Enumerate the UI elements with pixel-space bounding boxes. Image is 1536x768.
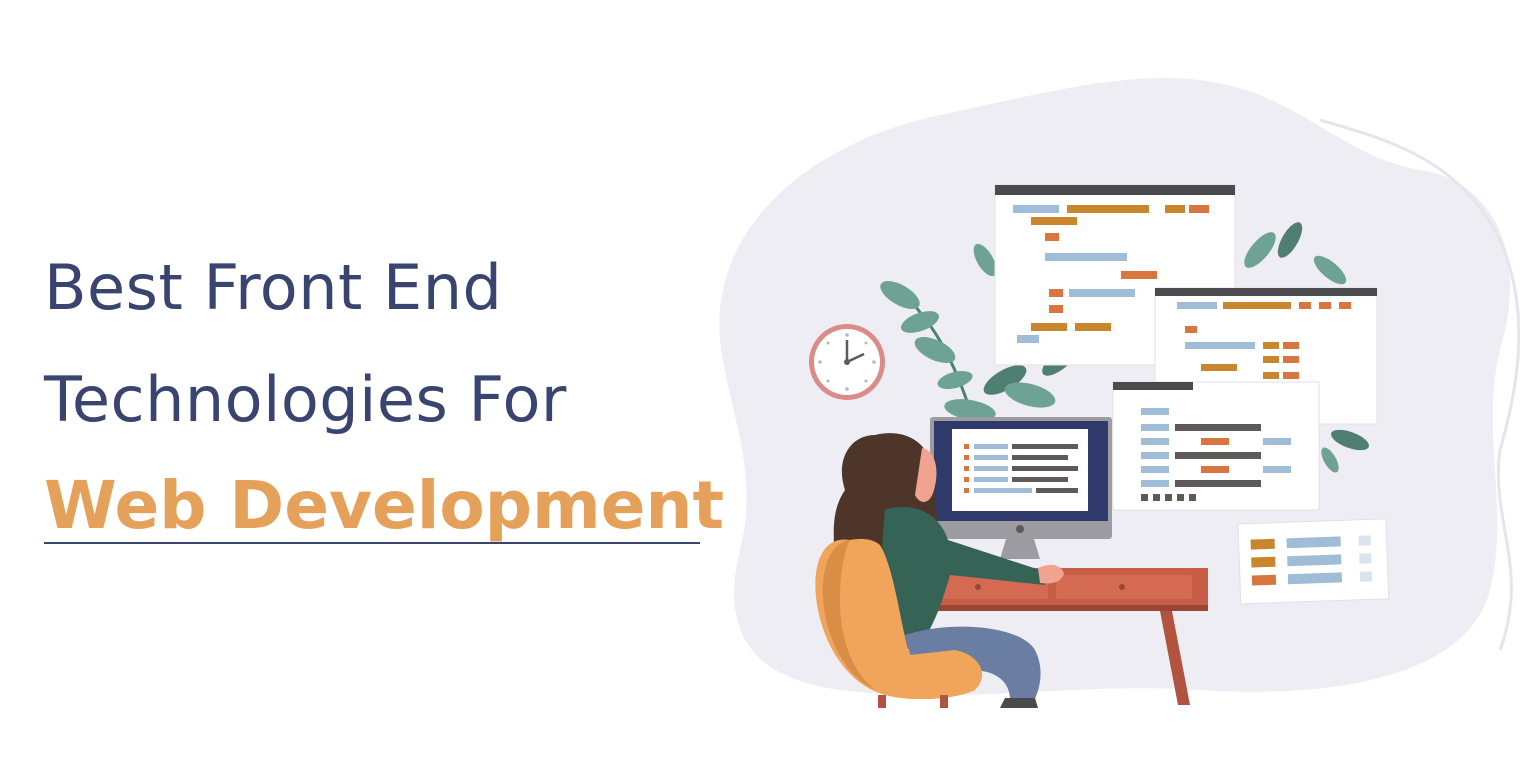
monitor-icon <box>930 417 1112 559</box>
code-window-icon <box>1237 518 1390 605</box>
headline-line-3: Web Development <box>44 467 725 544</box>
illustration <box>719 77 1520 708</box>
code-window-icon <box>1112 381 1320 511</box>
clock-icon <box>809 324 885 400</box>
headline: Best Front End Technologies For Web Deve… <box>44 232 724 544</box>
headline-line-1: Best Front End <box>44 251 503 324</box>
headline-line-2: Technologies For <box>44 363 567 436</box>
